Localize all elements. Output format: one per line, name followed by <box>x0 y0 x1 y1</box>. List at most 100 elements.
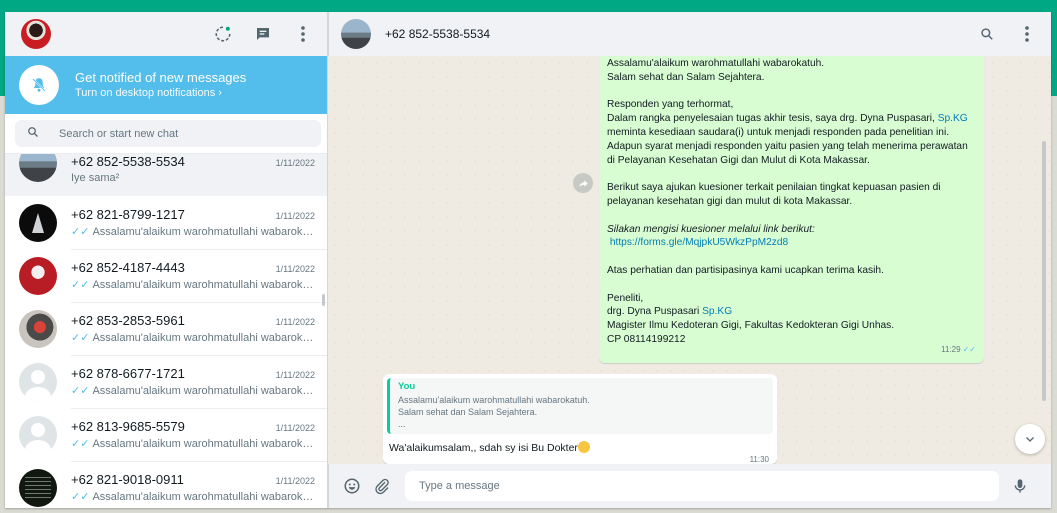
message-text: Adapun syarat menjadi responden yaitu pa… <box>607 140 968 152</box>
chat-date: 1/11/2022 <box>275 210 315 221</box>
spkg-link[interactable]: Sp.KG <box>702 306 732 317</box>
message-text: drg. Dyna Puspasari <box>607 306 703 318</box>
microphone-icon[interactable] <box>1009 475 1031 497</box>
menu-icon[interactable] <box>291 22 315 46</box>
chat-date: 1/11/2022 <box>275 263 315 274</box>
my-profile-avatar[interactable] <box>21 19 51 49</box>
conversation-header[interactable]: +62 852-5538-5534 <box>328 12 1051 56</box>
message-time: 11:30 <box>749 455 769 464</box>
scroll-down-button[interactable] <box>1015 424 1045 454</box>
outgoing-message[interactable]: Assalamu'alaikum warohmatullahi wabaroka… <box>599 56 984 363</box>
grin-emoji-icon <box>577 441 590 453</box>
quote-text: Assalamu'alaikum warohmatullahi wabaroka… <box>398 395 590 405</box>
message-text: Wa'alaikumsalam,, sdah sy isi Bu Dokter <box>389 442 578 454</box>
read-ticks-icon: ✓✓ <box>71 278 90 291</box>
chat-list-item[interactable]: +62 878-6677-1721 1/11/2022 ✓✓ Assalamu'al… <box>5 355 327 409</box>
menu-icon[interactable] <box>1015 22 1039 46</box>
sidebar: Get notified of new messages Turn on des… <box>5 12 328 508</box>
chat-list-item[interactable]: +62 813-9685-5579 1/11/2022 ✓✓ Assalamu'al… <box>5 408 327 462</box>
chat-avatar <box>19 154 57 182</box>
contact-name[interactable]: +62 852-5538-5534 <box>385 27 959 41</box>
new-chat-icon[interactable] <box>251 22 275 46</box>
message-text: Atas perhatian dan partisipasinya kami u… <box>607 264 884 276</box>
chat-name: +62 821-8799-1217 <box>71 206 185 222</box>
chat-avatar <box>19 309 57 348</box>
chevron-down-icon <box>1026 437 1034 442</box>
chat-date: 1/11/2022 <box>275 422 315 433</box>
desktop-notification-banner[interactable]: Get notified of new messages Turn on des… <box>5 56 327 114</box>
chat-preview: Assalamu'alaikum warohmatullahi wabaroka… <box>92 331 315 344</box>
message-time: 11:29 <box>941 344 961 354</box>
message-area-scrollbar[interactable] <box>1042 141 1046 401</box>
chat-name: +62 813-9685-5579 <box>71 418 185 434</box>
search-icon[interactable] <box>975 22 999 46</box>
read-ticks-icon: ✓✓ <box>71 437 90 450</box>
chat-preview: Assalamu'alaikum warohmatullahi wabaroka… <box>92 278 315 291</box>
chat-date: 1/11/2022 <box>275 316 315 327</box>
search-input[interactable] <box>57 126 281 141</box>
composer-bar <box>328 464 1051 508</box>
notification-title: Get notified of new messages <box>75 70 247 85</box>
message-text: Silakan mengisi kuesioner melalui link b… <box>607 223 815 235</box>
default-avatar-icon <box>19 362 57 401</box>
message-text: Dalam rangka penyelesaian tugas akhir te… <box>607 113 938 125</box>
quoted-message[interactable]: You Assalamu'alaikum warohmatullahi waba… <box>387 378 773 434</box>
quote-text: ... <box>398 419 406 429</box>
attach-icon[interactable] <box>371 475 393 497</box>
message-input[interactable] <box>405 471 999 501</box>
search-bar <box>5 114 327 154</box>
message-text: CP 08114199212 <box>607 333 686 345</box>
bell-off-icon <box>19 65 59 105</box>
emoji-icon[interactable] <box>341 475 363 497</box>
chat-preview: Iye sama² <box>71 172 120 184</box>
message-text: pelayanan kesehatan gigi dan mulut di ko… <box>607 195 853 207</box>
whatsapp-web-window: Get notified of new messages Turn on des… <box>5 12 1051 508</box>
read-ticks-icon: ✓✓ <box>71 384 90 397</box>
read-ticks-icon: ✓✓ <box>962 344 976 354</box>
quote-text: Salam sehat dan Salam Sejahtera. <box>398 407 538 417</box>
spkg-link[interactable]: Sp.KG <box>938 113 968 124</box>
message-text: Magister Ilmu Kedoteran Gigi, Fakultas K… <box>607 320 895 332</box>
chat-avatar <box>19 203 57 242</box>
chat-list-item[interactable]: +62 853-2853-5961 1/11/2022 ✓✓ Assalamu'al… <box>5 302 327 356</box>
conversation-panel: +62 852-5538-5534 Assalamu'alaikum waroh… <box>328 12 1051 508</box>
chat-list-scrollbar[interactable] <box>322 294 325 306</box>
message-text: Peneliti, <box>607 292 644 304</box>
chat-avatar <box>19 468 57 507</box>
message-text: Salam sehat dan Salam Sejahtera. <box>607 71 765 83</box>
message-text: Responden yang terhormat, <box>607 99 734 111</box>
chat-preview: Assalamu'alaikum warohmatullahi wabaroka… <box>92 384 315 397</box>
chat-preview: Assalamu'alaikum warohmatullahi wabaroka… <box>92 437 315 450</box>
chat-avatar <box>19 256 57 295</box>
read-ticks-icon: ✓✓ <box>71 225 90 238</box>
notification-link[interactable]: Turn on desktop notifications › <box>75 86 246 101</box>
chat-preview: Assalamu'alaikum warohmatullahi wabaroka… <box>92 225 315 238</box>
quote-author: You <box>398 381 416 392</box>
contact-avatar[interactable] <box>341 19 371 49</box>
sidebar-header <box>5 12 327 56</box>
chat-date: 1/11/2022 <box>275 158 315 168</box>
chat-list-item[interactable]: +62 821-8799-1217 1/11/2022 ✓✓ Assalamu'al… <box>5 196 327 250</box>
message-area[interactable]: Assalamu'alaikum warohmatullahi wabaroka… <box>328 56 1051 464</box>
message-text: meminta kesediaan saudara(i) untuk menja… <box>607 126 950 138</box>
search-icon[interactable] <box>27 125 39 143</box>
questionnaire-link[interactable]: https://forms.gle/MqjpkU5WkzPpM2zd8 <box>610 237 788 248</box>
chat-list-item[interactable]: +62 852-4187-4443 1/11/2022 ✓✓ Assalamu'al… <box>5 249 327 303</box>
chat-name: +62 853-2853-5961 <box>71 312 185 328</box>
chat-name: +62 878-6677-1721 <box>71 365 185 381</box>
message-text: Assalamu'alaikum warohmatullahi wabaroka… <box>607 58 825 69</box>
chat-date: 1/11/2022 <box>275 475 315 486</box>
chat-list: +62 852-5538-5534 1/11/2022 Iye sama² +62… <box>5 154 327 508</box>
status-icon[interactable] <box>211 22 235 46</box>
chat-list-item[interactable]: +62 821-9018-0911 1/11/2022 ✓✓ Assalamu'al… <box>5 461 327 508</box>
message-text: di Pelayanan Kesehatan Gigi dan Mulut di… <box>607 154 870 166</box>
chat-name: +62 852-5538-5534 <box>71 154 185 169</box>
message-text: Berikut saya ajukan kuesioner terkait pe… <box>607 182 941 194</box>
read-ticks-icon: ✓✓ <box>71 331 90 344</box>
incoming-message[interactable]: You Assalamu'alaikum warohmatullahi waba… <box>383 374 777 464</box>
chat-name: +62 821-9018-0911 <box>71 471 184 487</box>
chat-list-item[interactable]: +62 852-5538-5534 1/11/2022 Iye sama² <box>5 154 327 196</box>
forward-icon[interactable] <box>573 173 593 193</box>
default-avatar-icon <box>19 415 57 454</box>
chat-date: 1/11/2022 <box>275 369 315 380</box>
